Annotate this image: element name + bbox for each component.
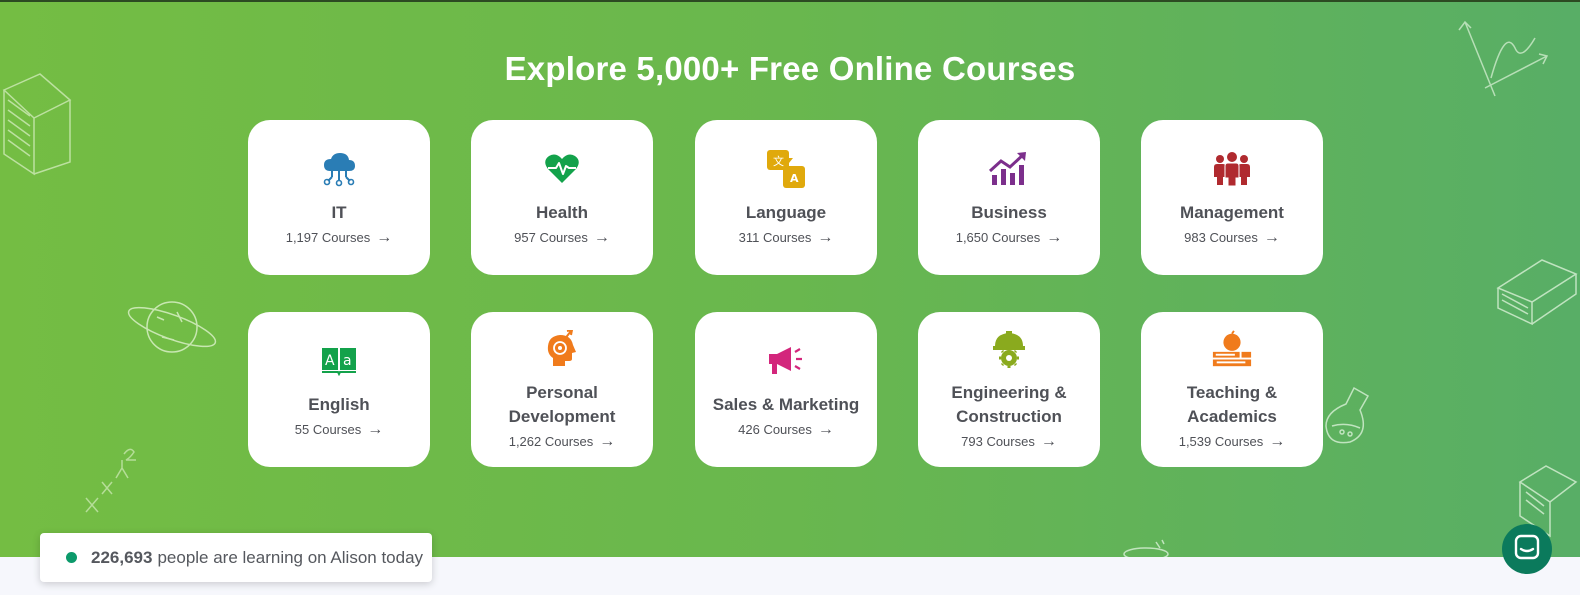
category-card-english[interactable]: A a English 55 Courses → xyxy=(248,312,430,467)
arrow-right-icon: → xyxy=(817,228,834,246)
arrow-right-icon: → xyxy=(367,420,384,438)
book-doodle-right-icon xyxy=(1492,252,1580,332)
category-card-engineering-construction[interactable]: Engineering & Construction 793 Courses → xyxy=(918,312,1100,467)
chat-icon xyxy=(1514,534,1540,565)
course-count-text: 426 Courses xyxy=(738,422,812,437)
course-count: 957 Courses → xyxy=(514,229,610,247)
category-name: Health xyxy=(536,202,588,222)
course-count-text: 983 Courses xyxy=(1184,230,1258,245)
course-count-text: 55 Courses xyxy=(294,422,362,437)
category-card-health[interactable]: Health 957 Courses → xyxy=(471,120,653,275)
arrow-right-icon: → xyxy=(1269,432,1286,450)
arrow-right-icon: → xyxy=(1040,432,1057,450)
category-card-sales-marketing[interactable]: Sales & Marketing 426 Courses → xyxy=(695,312,877,467)
course-count: 1,197 Courses → xyxy=(286,229,393,247)
arrow-right-icon: → xyxy=(599,432,616,450)
category-name: Sales & Marketing xyxy=(712,394,860,414)
arrow-right-icon: → xyxy=(376,228,393,246)
arrow-right-icon: → xyxy=(1046,228,1063,246)
growth-chart-icon xyxy=(988,149,1030,189)
arrow-right-icon: → xyxy=(817,420,834,438)
arrow-right-icon: → xyxy=(593,228,610,246)
learners-number: 226,693 xyxy=(91,547,153,567)
course-count: 311 Courses → xyxy=(739,229,834,247)
category-card-it[interactable]: IT 1,197 Courses → xyxy=(248,120,430,275)
planet-doodle-icon xyxy=(122,292,222,362)
page-title: Explore 5,000+ Free Online Courses xyxy=(504,50,1076,87)
live-status-dot xyxy=(66,552,77,563)
course-count: 55 Courses → xyxy=(295,421,383,439)
course-count: 793 Courses → xyxy=(961,433,1057,451)
translate-icon: 文 A xyxy=(765,149,807,189)
heart-pulse-icon xyxy=(541,149,583,189)
cloud-network-icon xyxy=(318,149,360,189)
category-name: English xyxy=(308,394,370,414)
alphabet-book-icon: A a xyxy=(318,341,360,381)
course-count: 1,650 Courses → xyxy=(956,229,1063,247)
chat-launcher-button[interactable] xyxy=(1502,524,1552,574)
course-count-text: 1,650 Courses xyxy=(955,230,1041,245)
course-count-text: 1,539 Courses xyxy=(1178,434,1264,449)
hard-hat-gear-icon xyxy=(988,329,1030,369)
course-count: 426 Courses → xyxy=(738,421,834,439)
course-count-text: 1,197 Courses xyxy=(285,230,371,245)
svg-text:A: A xyxy=(790,172,799,185)
category-card-teaching-academics[interactable]: Teaching & Academics 1,539 Courses → xyxy=(1141,312,1323,467)
category-name: IT xyxy=(331,202,347,222)
course-count-text: 793 Courses xyxy=(961,434,1035,449)
team-icon xyxy=(1211,149,1253,189)
category-name: Language xyxy=(745,202,827,222)
course-count-text: 957 Courses xyxy=(514,230,588,245)
apple-books-icon xyxy=(1211,329,1253,369)
category-card-personal-development[interactable]: Personal Development 1,262 Courses → xyxy=(471,312,653,467)
course-count: 983 Courses → xyxy=(1184,229,1280,247)
category-card-management[interactable]: Management 983 Courses → xyxy=(1141,120,1323,275)
category-name: Personal Development xyxy=(508,382,616,426)
flask-doodle-icon xyxy=(1320,382,1380,452)
svg-text:文: 文 xyxy=(773,154,784,168)
category-name: Management xyxy=(1180,202,1284,222)
arrow-right-icon: → xyxy=(1263,228,1280,246)
category-name: Teaching & Academics xyxy=(1186,382,1278,426)
category-name: Business xyxy=(971,202,1047,222)
head-growth-icon xyxy=(541,329,583,369)
category-card-language[interactable]: 文 A Language 311 Courses → xyxy=(695,120,877,275)
category-name: Engineering & Construction xyxy=(951,382,1067,426)
hero-section: Explore 5,000+ Free Online Courses IT 1,… xyxy=(0,0,1580,557)
course-count: 1,262 Courses → xyxy=(509,433,616,451)
course-count-text: 1,262 Courses xyxy=(508,434,594,449)
svg-text:A: A xyxy=(325,353,335,369)
category-card-business[interactable]: Business 1,650 Courses → xyxy=(918,120,1100,275)
atom-doodle-icon xyxy=(1120,538,1172,557)
live-learners-counter: 226,693 people are learning on Alison to… xyxy=(40,533,432,582)
megaphone-icon xyxy=(765,341,807,381)
course-count: 1,539 Courses → xyxy=(1179,433,1286,451)
svg-text:a: a xyxy=(343,353,352,369)
course-count-text: 311 Courses xyxy=(738,230,812,245)
math-doodle-icon xyxy=(80,442,140,522)
learners-text: people are learning on Alison today xyxy=(157,547,424,567)
